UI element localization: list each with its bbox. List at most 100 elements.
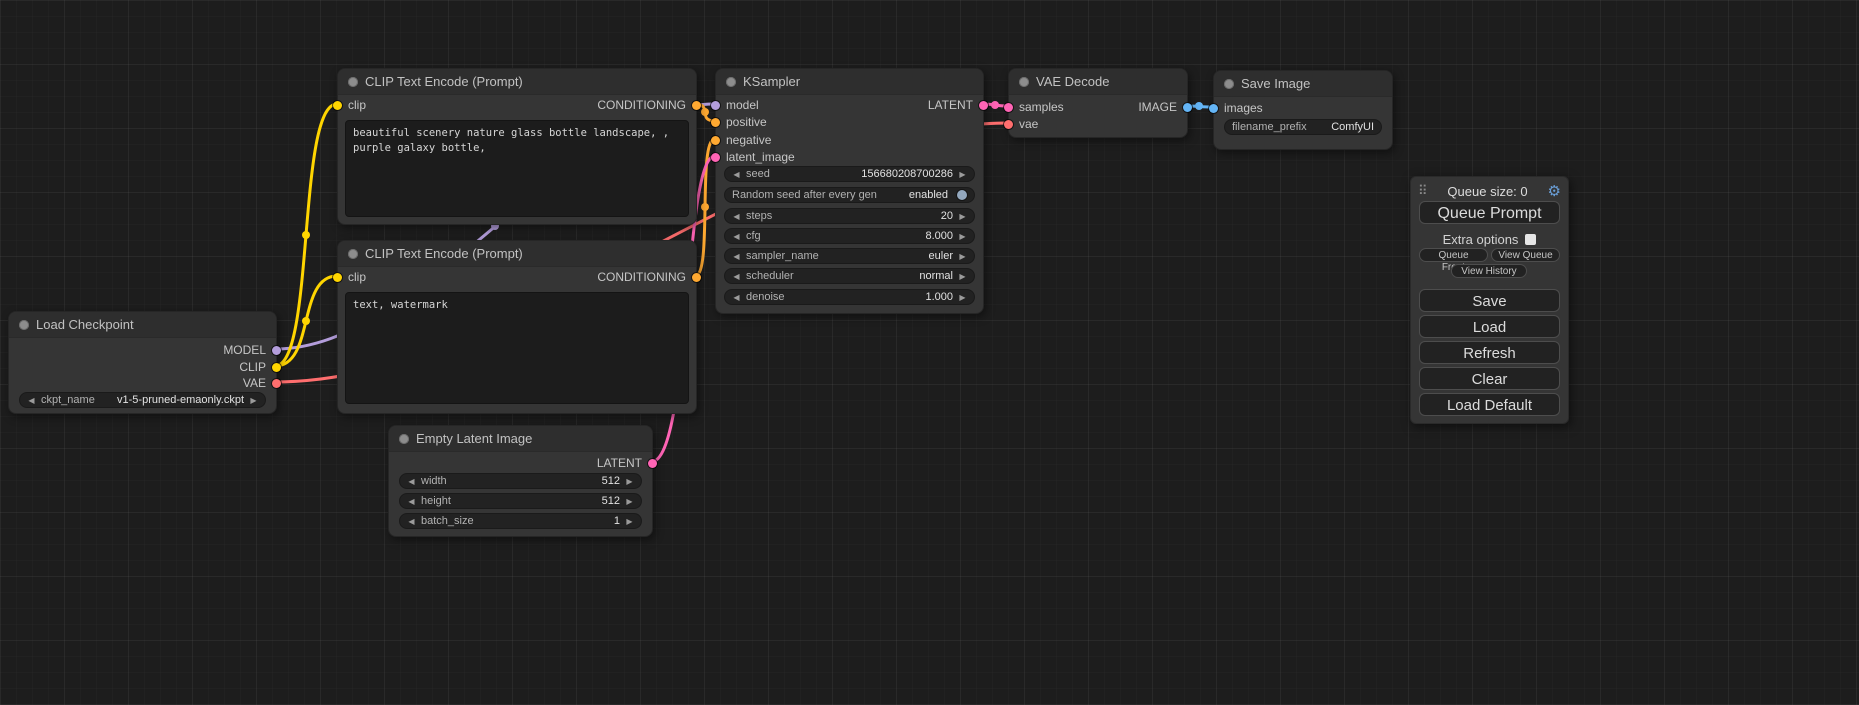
clear-button[interactable]: Clear xyxy=(1419,367,1560,390)
clip-port-dot[interactable] xyxy=(333,101,342,110)
collapse-dot-icon[interactable] xyxy=(1224,79,1234,89)
node-save-image[interactable]: Save Image images filename_prefix ComfyU… xyxy=(1213,70,1393,150)
input-port-negative[interactable]: negative xyxy=(711,132,771,148)
output-port-conditioning[interactable]: CONDITIONING xyxy=(597,97,701,113)
settings-gear-icon[interactable] xyxy=(1548,184,1561,199)
collapse-dot-icon[interactable] xyxy=(19,320,29,330)
input-port-samples[interactable]: samples xyxy=(1004,99,1064,115)
increment-arrow-icon[interactable] xyxy=(958,252,967,261)
conditioning-port-dot[interactable] xyxy=(692,101,701,110)
increment-arrow-icon[interactable] xyxy=(625,497,634,506)
save-button[interactable]: Save xyxy=(1419,289,1560,312)
increment-arrow-icon[interactable] xyxy=(958,232,967,241)
queue-front-button[interactable]: Queue Front xyxy=(1419,248,1488,262)
output-port-conditioning[interactable]: CONDITIONING xyxy=(597,269,701,285)
collapse-dot-icon[interactable] xyxy=(348,77,358,87)
refresh-button[interactable]: Refresh xyxy=(1419,341,1560,364)
conditioning-port-dot[interactable] xyxy=(711,136,720,145)
decrement-arrow-icon[interactable] xyxy=(732,212,741,221)
decrement-arrow-icon[interactable] xyxy=(732,170,741,179)
node-header[interactable]: CLIP Text Encode (Prompt) xyxy=(338,241,696,267)
random-seed-toggle-widget[interactable]: Random seed after every gen enabled xyxy=(724,187,975,203)
clip-port-dot[interactable] xyxy=(272,363,281,372)
collapse-dot-icon[interactable] xyxy=(726,77,736,87)
node-vae-decode[interactable]: VAE Decode samples vae IMAGE xyxy=(1008,68,1188,138)
node-clip-text-encode-negative[interactable]: CLIP Text Encode (Prompt) clip CONDITION… xyxy=(337,240,697,414)
latent-port-dot[interactable] xyxy=(979,101,988,110)
conditioning-port-dot[interactable] xyxy=(711,118,720,127)
collapse-dot-icon[interactable] xyxy=(348,249,358,259)
output-port-image[interactable]: IMAGE xyxy=(1138,99,1192,115)
decrement-arrow-icon[interactable] xyxy=(27,396,36,405)
latent-port-dot[interactable] xyxy=(1004,103,1013,112)
node-clip-text-encode-positive[interactable]: CLIP Text Encode (Prompt) clip CONDITION… xyxy=(337,68,697,225)
load-button[interactable]: Load xyxy=(1419,315,1560,338)
drag-handle-icon[interactable] xyxy=(1418,183,1428,199)
vae-port-dot[interactable] xyxy=(272,379,281,388)
output-port-model[interactable]: MODEL xyxy=(223,342,281,358)
node-header[interactable]: CLIP Text Encode (Prompt) xyxy=(338,69,696,95)
node-graph-canvas[interactable]: Load Checkpoint MODEL CLIP VAE ckpt_name… xyxy=(0,0,1859,705)
queue-prompt-button[interactable]: Queue Prompt xyxy=(1419,201,1560,224)
input-port-positive[interactable]: positive xyxy=(711,114,767,130)
output-port-latent[interactable]: LATENT xyxy=(928,97,988,113)
decrement-arrow-icon[interactable] xyxy=(407,517,416,526)
input-port-model[interactable]: model xyxy=(711,97,759,113)
width-widget[interactable]: width 512 xyxy=(399,473,642,489)
node-header[interactable]: Save Image xyxy=(1214,71,1392,97)
node-empty-latent-image[interactable]: Empty Latent Image LATENT width 512 heig… xyxy=(388,425,653,537)
input-port-vae[interactable]: vae xyxy=(1004,116,1038,132)
node-header[interactable]: VAE Decode xyxy=(1009,69,1187,95)
latent-port-dot[interactable] xyxy=(711,153,720,162)
increment-arrow-icon[interactable] xyxy=(249,396,258,405)
load-default-button[interactable]: Load Default xyxy=(1419,393,1560,416)
increment-arrow-icon[interactable] xyxy=(625,517,634,526)
batch-size-widget[interactable]: batch_size 1 xyxy=(399,513,642,529)
ckpt-name-widget[interactable]: ckpt_name v1-5-pruned-emaonly.ckpt xyxy=(19,392,266,408)
decrement-arrow-icon[interactable] xyxy=(732,293,741,302)
denoise-widget[interactable]: denoise 1.000 xyxy=(724,289,975,305)
output-port-clip[interactable]: CLIP xyxy=(239,359,281,375)
decrement-arrow-icon[interactable] xyxy=(407,497,416,506)
model-port-dot[interactable] xyxy=(711,101,720,110)
clip-port-dot[interactable] xyxy=(333,273,342,282)
conditioning-port-dot[interactable] xyxy=(692,273,701,282)
input-port-clip[interactable]: clip xyxy=(333,269,366,285)
collapse-dot-icon[interactable] xyxy=(399,434,409,444)
view-history-button[interactable]: View History xyxy=(1451,264,1527,278)
sampler-name-widget[interactable]: sampler_name euler xyxy=(724,248,975,264)
collapse-dot-icon[interactable] xyxy=(1019,77,1029,87)
node-header[interactable]: KSampler xyxy=(716,69,983,95)
input-port-images[interactable]: images xyxy=(1209,100,1263,116)
node-header[interactable]: Empty Latent Image xyxy=(389,426,652,452)
node-load-checkpoint[interactable]: Load Checkpoint MODEL CLIP VAE ckpt_name… xyxy=(8,311,277,414)
extra-options-checkbox[interactable] xyxy=(1525,234,1536,245)
input-port-clip[interactable]: clip xyxy=(333,97,366,113)
increment-arrow-icon[interactable] xyxy=(958,212,967,221)
decrement-arrow-icon[interactable] xyxy=(732,252,741,261)
image-port-dot[interactable] xyxy=(1209,104,1218,113)
node-header[interactable]: Load Checkpoint xyxy=(9,312,276,338)
increment-arrow-icon[interactable] xyxy=(958,272,967,281)
image-port-dot[interactable] xyxy=(1183,103,1192,112)
positive-prompt-textarea[interactable]: beautiful scenery nature glass bottle la… xyxy=(345,120,689,217)
model-port-dot[interactable] xyxy=(272,346,281,355)
node-ksampler[interactable]: KSampler model positive negative latent_… xyxy=(715,68,984,314)
view-queue-button[interactable]: View Queue xyxy=(1491,248,1560,262)
scheduler-widget[interactable]: scheduler normal xyxy=(724,268,975,284)
height-widget[interactable]: height 512 xyxy=(399,493,642,509)
filename-prefix-widget[interactable]: filename_prefix ComfyUI xyxy=(1224,119,1382,135)
increment-arrow-icon[interactable] xyxy=(958,170,967,179)
seed-widget[interactable]: seed 156680208700286 xyxy=(724,166,975,182)
decrement-arrow-icon[interactable] xyxy=(732,232,741,241)
output-port-latent[interactable]: LATENT xyxy=(597,455,657,471)
negative-prompt-textarea[interactable]: text, watermark xyxy=(345,292,689,404)
toggle-icon[interactable] xyxy=(957,190,967,200)
decrement-arrow-icon[interactable] xyxy=(732,272,741,281)
input-port-latent-image[interactable]: latent_image xyxy=(711,149,795,165)
increment-arrow-icon[interactable] xyxy=(958,293,967,302)
decrement-arrow-icon[interactable] xyxy=(407,477,416,486)
increment-arrow-icon[interactable] xyxy=(625,477,634,486)
latent-port-dot[interactable] xyxy=(648,459,657,468)
cfg-widget[interactable]: cfg 8.000 xyxy=(724,228,975,244)
